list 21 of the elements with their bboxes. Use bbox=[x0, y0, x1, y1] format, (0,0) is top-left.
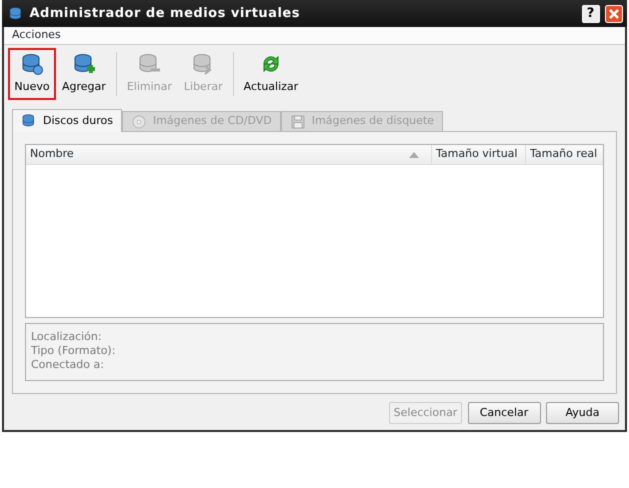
app-icon bbox=[8, 6, 24, 22]
dialog-button[interactable]: Ayuda bbox=[546, 402, 619, 424]
disc-icon bbox=[130, 114, 147, 130]
tab[interactable]: Discos duros bbox=[12, 109, 122, 132]
close-icon[interactable] bbox=[605, 4, 623, 22]
detail-label: Tipo (Formato): bbox=[31, 344, 116, 357]
window-title: Administrador de medios virtuales bbox=[30, 4, 301, 23]
column-header[interactable]: Tamaño real bbox=[530, 146, 599, 163]
floppy-icon bbox=[290, 114, 306, 130]
toolbar-button[interactable]: Actualizar bbox=[238, 48, 304, 100]
detail-label: Conectado a: bbox=[31, 358, 104, 371]
disk-icon bbox=[20, 52, 44, 76]
help-button[interactable]: ? bbox=[582, 4, 600, 22]
dialog-button[interactable]: Cancelar bbox=[468, 402, 540, 424]
toolbar-button[interactable]: Nuevo bbox=[8, 48, 56, 100]
column-header[interactable]: Nombre bbox=[30, 146, 409, 163]
detail-label: Localización: bbox=[31, 330, 102, 343]
column-header[interactable]: Tamaño virtual bbox=[436, 146, 521, 163]
toolbar-button[interactable]: Agregar bbox=[56, 48, 112, 100]
menu-item[interactable]: Acciones bbox=[12, 27, 61, 44]
disk-icon bbox=[21, 113, 37, 129]
